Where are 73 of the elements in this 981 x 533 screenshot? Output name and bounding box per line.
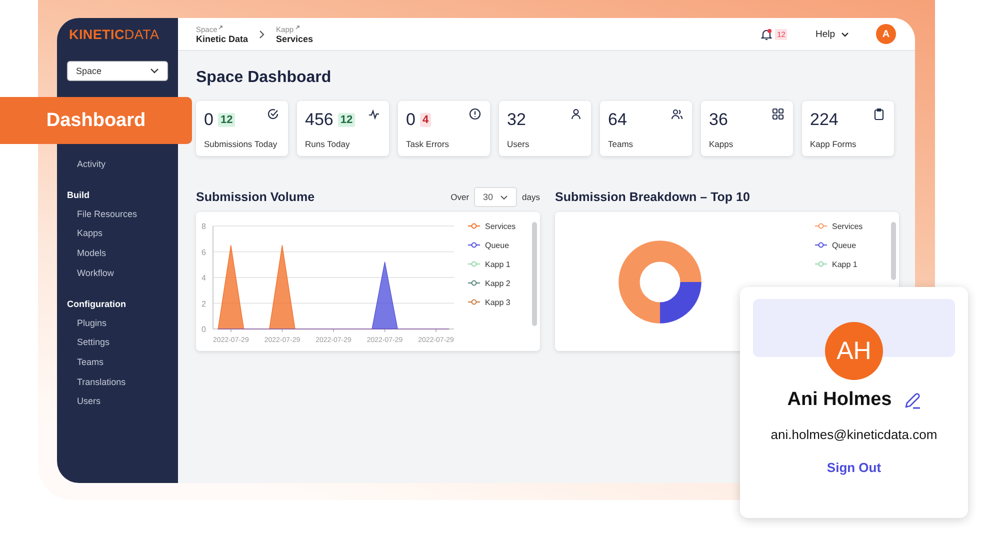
axis-tick-label: 4	[202, 274, 206, 282]
days-select[interactable]: 30	[474, 187, 518, 207]
stat-value: 36	[709, 110, 728, 130]
change-badge: 12	[338, 113, 355, 127]
pulse-icon	[368, 108, 380, 120]
chart-title: Submission Breakdown – Top 10	[555, 190, 750, 204]
user-icon	[570, 108, 582, 120]
change-badge: 4	[420, 113, 431, 127]
check-circle-icon	[267, 108, 279, 120]
range-label: days	[522, 192, 540, 202]
chevron-down-icon	[500, 194, 508, 200]
stat-value: 0	[204, 110, 214, 130]
profile-avatar: AH	[825, 322, 883, 380]
scrollbar[interactable]	[532, 222, 537, 326]
chevron-down-icon	[150, 68, 159, 74]
legend-label[interactable]: Services	[485, 222, 516, 231]
alert-circle-icon	[469, 108, 481, 120]
page-title: Space Dashboard	[196, 68, 332, 87]
legend-label[interactable]: Queue	[485, 240, 510, 250]
bell-icon[interactable]	[760, 28, 774, 40]
profile-email: ani.holmes@kineticdata.com	[770, 427, 938, 442]
nav-item[interactable]: Users	[67, 392, 168, 412]
legend-label[interactable]: Services	[832, 222, 863, 231]
axis-tick-label: 2	[202, 299, 206, 308]
stat-label: Kapp Forms	[810, 139, 858, 149]
nav-item[interactable]: Settings	[67, 333, 168, 353]
stat-value: 0	[406, 110, 416, 130]
axis-tick-label: 0	[202, 325, 206, 334]
profile-name: Ani Holmes	[787, 389, 892, 411]
stat-label: Task Errors	[406, 139, 450, 149]
legend-label[interactable]: Kapp 3	[485, 298, 510, 307]
nav-heading: Build	[67, 188, 90, 202]
sign-out-link[interactable]: Sign Out	[826, 460, 882, 475]
nav-item[interactable]: Teams	[67, 352, 168, 373]
help-menu[interactable]: Help	[815, 28, 849, 40]
users-icon	[671, 108, 683, 120]
legend-label[interactable]: Kapp 1	[832, 260, 858, 269]
stat-value: 64	[608, 110, 627, 130]
change-badge: 12	[218, 113, 235, 127]
stat-label: Submissions Today	[204, 139, 278, 149]
nav-item[interactable]: Workflow	[67, 264, 168, 284]
axis-tick-label: 8	[202, 222, 206, 231]
nav-item[interactable]: Plugins	[67, 314, 168, 334]
dashboard-callout: Dashboard	[0, 97, 192, 144]
chevron-down-icon	[841, 32, 849, 36]
pencil-icon[interactable]	[904, 392, 921, 408]
stat-label: Teams	[608, 139, 634, 149]
axis-tick-label: 6	[202, 248, 206, 257]
range-label: Over	[450, 192, 470, 202]
logo: KINETICDATA	[69, 28, 160, 42]
chevron-right-icon	[259, 30, 266, 38]
stat-value: 224	[810, 110, 838, 130]
scrollbar[interactable]	[891, 222, 896, 280]
chart-title: Submission Volume	[196, 190, 315, 204]
clipboard-icon	[873, 108, 885, 120]
grid-icon	[772, 108, 784, 120]
stat-value: 456	[305, 110, 334, 130]
nav-heading: Configuration	[67, 298, 127, 311]
nav-item[interactable]: Activity	[67, 155, 168, 175]
stat-value: 32	[507, 110, 526, 130]
external-link-icon	[294, 24, 300, 30]
legend-label[interactable]: Kapp 2	[485, 278, 510, 288]
nav-item[interactable]: Models	[67, 244, 168, 264]
legend-label[interactable]: Queue	[832, 240, 856, 250]
space-select[interactable]: Space	[67, 61, 168, 81]
legend-label[interactable]: Kapp 1	[485, 260, 510, 269]
stat-label: Kapps	[709, 139, 734, 149]
stat-label: Users	[507, 139, 530, 149]
nav-item[interactable]: Kapps	[67, 224, 168, 244]
nav-item[interactable]: Translations	[67, 372, 168, 392]
stat-label: Runs Today	[305, 139, 351, 149]
external-link-icon	[218, 24, 224, 30]
nav-item[interactable]: File Resources	[67, 204, 168, 224]
